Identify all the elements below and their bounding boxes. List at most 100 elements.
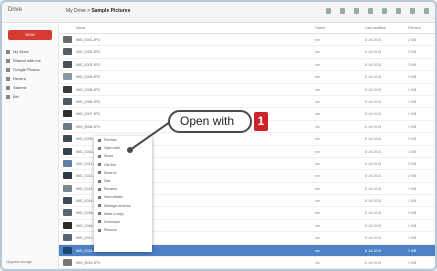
file-owner: me <box>315 112 320 117</box>
sidebar-item[interactable]: Google Photos <box>6 65 41 74</box>
sidebar-item[interactable]: Bin <box>6 92 41 101</box>
file-size: 1 MB <box>408 199 417 204</box>
col-size[interactable]: File size <box>408 26 421 30</box>
image-thumbnail <box>63 209 72 217</box>
file-modified: 8 Jul 2015 <box>365 236 382 241</box>
table-row[interactable]: IMG_0006.JPG me 8 Jul 2015 1 MB <box>59 96 435 109</box>
image-thumbnail <box>63 197 72 205</box>
more-icon[interactable] <box>368 8 373 14</box>
col-modified[interactable]: Last modified <box>365 26 386 30</box>
table-row[interactable]: IMG_0003.JPG me 8 Jul 2015 3 MB <box>59 59 435 72</box>
image-thumbnail <box>63 36 72 43</box>
sidebar: NEW My Drive Shared with me Google Photos R… <box>2 23 59 269</box>
menu-item[interactable]: View details <box>94 193 152 201</box>
info-icon[interactable] <box>410 8 415 14</box>
remove-icon[interactable] <box>354 8 359 14</box>
menu-item-label: Move to <box>104 170 117 175</box>
storage-link[interactable]: Upgrade storage <box>6 260 32 265</box>
menu-item[interactable]: Rename <box>94 185 152 193</box>
breadcrumb-root[interactable]: My Drive <box>66 8 86 14</box>
menu-item-label: Share <box>104 154 114 159</box>
file-size: 1 MB <box>408 99 417 104</box>
file-name: IMG_0007.JPG <box>76 112 101 117</box>
step-badge: 1 <box>254 112 268 131</box>
file-size: 2 MB <box>408 211 417 216</box>
menu-item-label: Make a copy <box>104 211 124 216</box>
file-modified: 8 Jul 2015 <box>365 199 382 204</box>
sidebar-item[interactable]: Starred <box>6 83 41 92</box>
menu-item-icon <box>98 212 101 216</box>
table-row[interactable]: IMG_0002.JPG me 8 Jul 2015 2 MB <box>59 46 435 59</box>
image-thumbnail <box>63 246 72 254</box>
image-thumbnail <box>63 147 72 155</box>
file-name: IMG_0002.JPG <box>76 50 101 55</box>
table-row[interactable]: IMG_0001.JPG me 8 Jul 2015 2 MB <box>59 34 435 47</box>
file-modified: 8 Jul 2015 <box>365 186 382 191</box>
menu-item[interactable]: Star <box>94 177 152 185</box>
image-thumbnail <box>63 60 72 68</box>
file-modified: 8 Jul 2015 <box>365 248 382 253</box>
file-modified: 8 Jul 2015 <box>365 223 382 228</box>
col-owner[interactable]: Owner <box>315 26 325 30</box>
menu-item-icon <box>98 228 101 232</box>
sidebar-item[interactable]: Shared with me <box>6 56 41 65</box>
menu-item[interactable]: Remove <box>94 226 152 234</box>
menu-item-label: Star <box>104 179 111 184</box>
file-modified: 8 Jul 2015 <box>365 137 382 142</box>
file-size: 1 MB <box>408 236 417 241</box>
sidebar-item-label: My Drive <box>13 49 29 54</box>
share-icon[interactable] <box>326 8 331 14</box>
menu-item-label: Open with <box>104 146 120 151</box>
new-button[interactable]: NEW <box>8 30 52 40</box>
preview-icon[interactable] <box>340 8 345 14</box>
menu-item-icon <box>98 187 101 191</box>
nav-icon <box>6 58 10 63</box>
table-row[interactable]: IMG_0019.JPG me 8 Jul 2015 1 MB <box>59 257 435 269</box>
image-thumbnail <box>63 110 72 118</box>
app-logo[interactable]: Drive <box>8 7 22 13</box>
menu-item[interactable]: Make a copy <box>94 210 152 218</box>
menu-item[interactable]: Move to <box>94 169 152 177</box>
breadcrumb-current[interactable]: Sample Pictures <box>91 8 130 14</box>
menu-item-label: Download <box>104 219 120 224</box>
sort-icon[interactable] <box>396 8 401 14</box>
menu-item-label: View details <box>104 195 123 200</box>
file-owner: me <box>315 99 320 104</box>
sidebar-item-label: Bin <box>13 94 19 99</box>
image-thumbnail <box>63 159 72 167</box>
file-owner: me <box>315 161 320 166</box>
list-view-icon[interactable] <box>382 8 387 14</box>
image-thumbnail <box>63 73 72 81</box>
menu-item-label: Get link <box>104 162 116 167</box>
file-size: 1 MB <box>408 186 417 191</box>
sidebar-nav: My Drive Shared with me Google Photos Recen… <box>6 47 41 101</box>
menu-item[interactable]: Manage versions <box>94 202 152 210</box>
menu-item-icon <box>98 146 101 150</box>
file-size: 1 MB <box>408 149 417 154</box>
menu-item[interactable]: Get link <box>94 161 152 169</box>
sidebar-item[interactable]: My Drive <box>6 47 41 56</box>
breadcrumb: My Drive > Sample Pictures <box>66 8 131 14</box>
callout-label: Open with <box>168 110 252 133</box>
settings-icon[interactable] <box>424 8 429 14</box>
menu-item[interactable]: Share <box>94 152 152 160</box>
menu-item[interactable]: Open with <box>94 144 152 152</box>
file-modified: 8 Jul 2015 <box>365 211 382 216</box>
menu-item-icon <box>98 179 101 183</box>
menu-item[interactable]: Download <box>94 218 152 226</box>
col-name[interactable]: Name <box>76 26 85 30</box>
menu-item-icon <box>98 220 101 224</box>
file-name: IMG_0019.JPG <box>76 261 101 266</box>
file-modified: 8 Jul 2015 <box>365 50 382 55</box>
menu-item-icon <box>98 171 101 175</box>
menu-item[interactable]: Preview <box>94 136 152 144</box>
sidebar-item[interactable]: Recent <box>6 74 41 83</box>
table-row[interactable]: IMG_0005.JPG me 8 Jul 2015 1 MB <box>59 84 435 96</box>
file-modified: 8 Jul 2015 <box>365 99 382 104</box>
file-modified: 8 Jul 2015 <box>365 75 382 80</box>
file-owner: me <box>315 236 320 241</box>
table-row[interactable]: IMG_0004.JPG me 8 Jul 2015 2 MB <box>59 71 435 84</box>
file-owner: me <box>315 50 320 55</box>
file-name: IMG_0004.JPG <box>76 75 101 80</box>
menu-item-label: Rename <box>104 187 118 192</box>
